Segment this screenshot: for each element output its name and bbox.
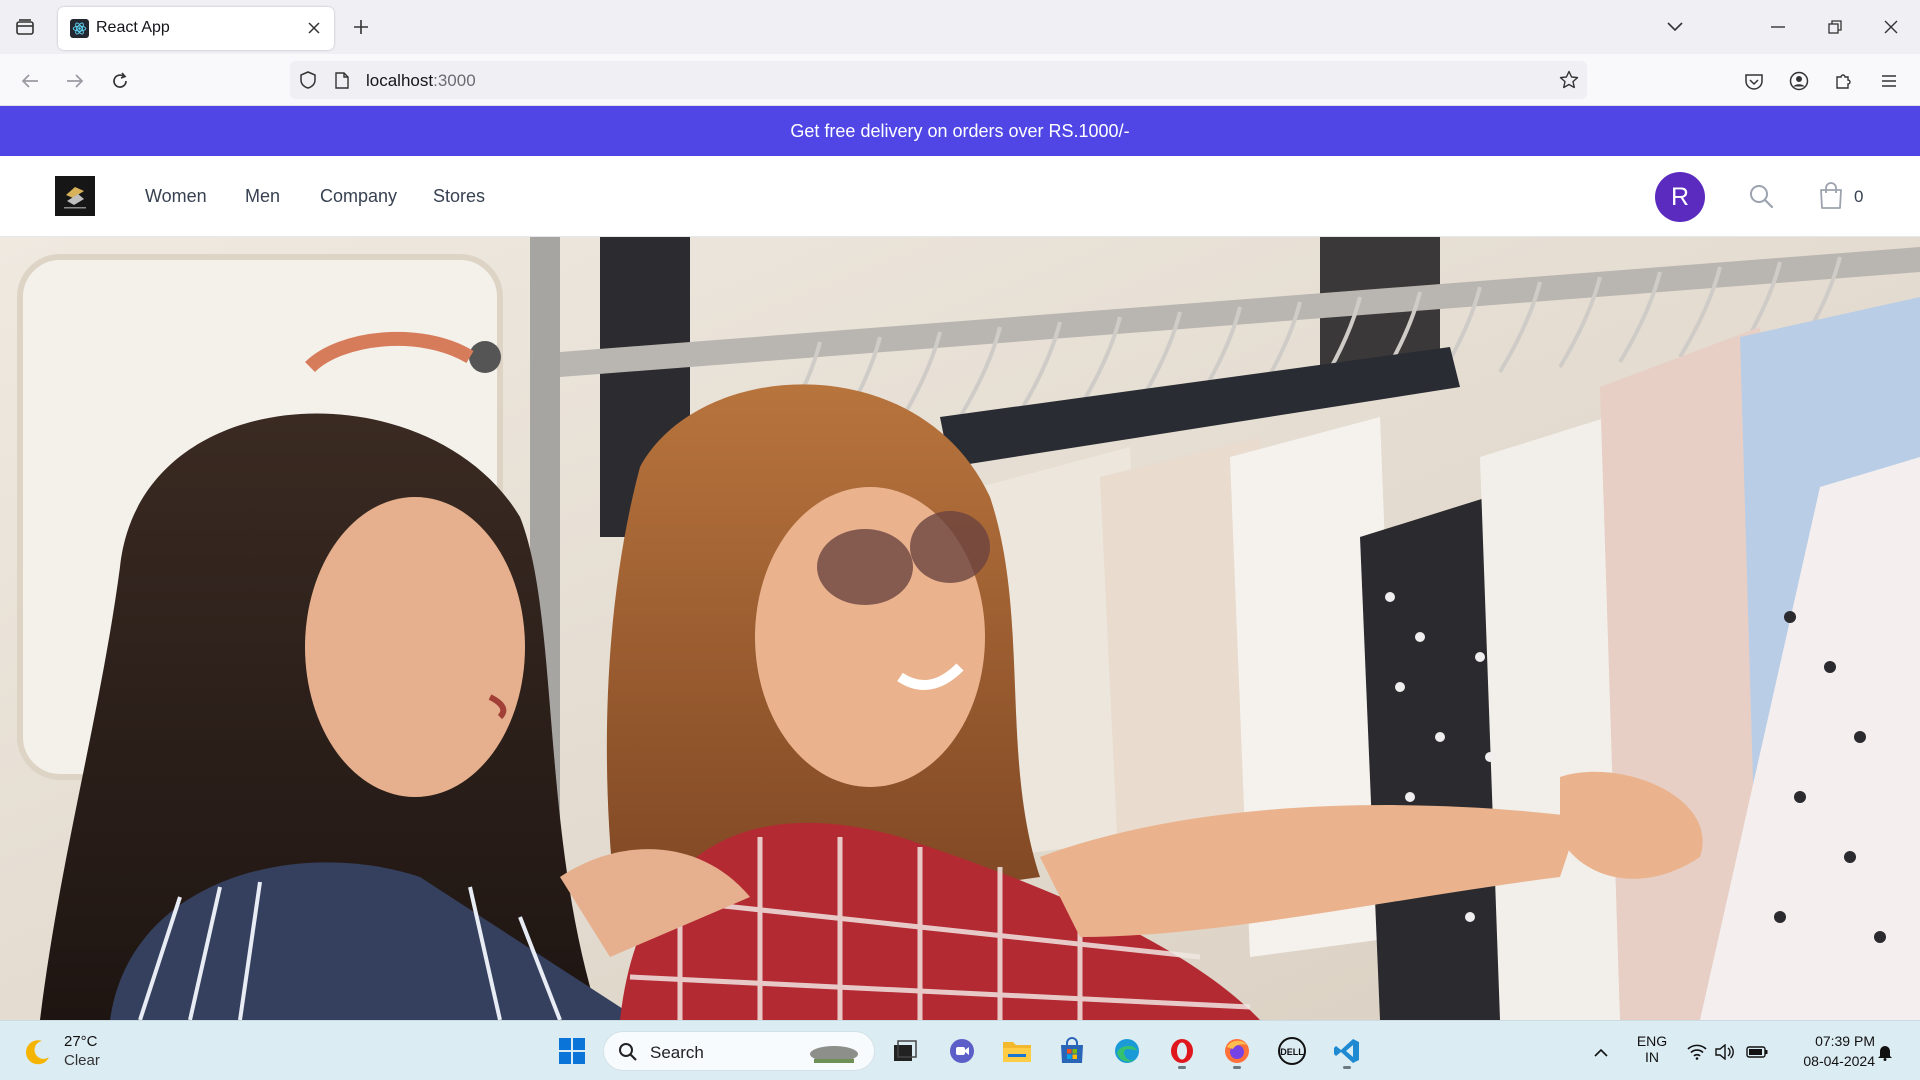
reload-icon[interactable] — [105, 66, 135, 96]
language-code: ENG — [1636, 1033, 1668, 1049]
battery-icon[interactable] — [1746, 1041, 1768, 1063]
address-bar[interactable]: localhost:3000 — [290, 61, 1587, 99]
cart-count: 0 — [1854, 187, 1864, 206]
brand-logo[interactable] — [55, 176, 95, 216]
language-indicator[interactable]: ENG IN — [1632, 1033, 1672, 1065]
svg-text:DELL: DELL — [1280, 1047, 1304, 1057]
account-icon[interactable] — [1784, 66, 1814, 96]
user-avatar[interactable]: R — [1655, 172, 1705, 222]
wifi-icon[interactable] — [1686, 1041, 1708, 1063]
list-all-tabs-icon[interactable] — [12, 14, 38, 40]
opera-icon[interactable] — [1162, 1031, 1202, 1071]
running-indicator — [1178, 1066, 1186, 1069]
moon-icon — [25, 1040, 49, 1065]
minimize-icon[interactable] — [1763, 12, 1793, 42]
bookmark-star-icon[interactable] — [1559, 70, 1579, 90]
tab-title: React App — [96, 19, 170, 36]
new-tab-icon[interactable] — [348, 14, 374, 40]
file-explorer-icon[interactable] — [997, 1031, 1037, 1071]
running-indicator — [1233, 1066, 1241, 1069]
hero-illustration — [0, 237, 1920, 1020]
browser-tab[interactable]: React App — [58, 7, 334, 50]
edge-icon[interactable] — [1107, 1031, 1147, 1071]
tab-overflow-chevron-icon[interactable] — [1660, 12, 1690, 42]
nav-link-stores[interactable]: Stores — [433, 186, 485, 207]
weather-temperature: 27°C — [64, 1033, 98, 1050]
forward-arrow-icon[interactable] — [60, 66, 90, 96]
close-window-icon[interactable] — [1876, 12, 1906, 42]
windows-taskbar: 27°C Clear Search DELL ENG IN 07:39 PM 0… — [0, 1020, 1920, 1080]
weather-widget[interactable]: 27°C Clear — [22, 1031, 132, 1071]
url-text: localhost:3000 — [366, 71, 476, 90]
vscode-icon[interactable] — [1327, 1031, 1367, 1071]
volume-icon[interactable] — [1714, 1041, 1736, 1063]
running-indicator — [1343, 1066, 1351, 1069]
show-hidden-icons-chevron-icon[interactable] — [1590, 1041, 1612, 1063]
back-arrow-icon[interactable] — [15, 66, 45, 96]
search-icon — [619, 1043, 637, 1061]
hero-image — [0, 237, 1920, 1020]
restore-icon[interactable] — [1820, 12, 1850, 42]
firefox-icon[interactable] — [1217, 1031, 1257, 1071]
page-info-icon[interactable] — [332, 70, 352, 90]
promo-banner: Get free delivery on orders over RS.1000… — [0, 106, 1920, 156]
nav-link-women[interactable]: Women — [145, 186, 207, 207]
search-highlight-icon — [810, 1046, 858, 1063]
notification-bell-icon[interactable] — [1874, 1041, 1896, 1063]
promo-text: Get free delivery on orders over RS.1000… — [790, 120, 1130, 141]
meet-icon[interactable] — [942, 1031, 982, 1071]
search-icon[interactable] — [1745, 180, 1777, 212]
system-clock[interactable]: 07:39 PM 08-04-2024 — [1785, 1031, 1875, 1071]
weather-condition: Clear — [64, 1052, 100, 1069]
menu-hamburger-icon[interactable] — [1874, 66, 1904, 96]
task-view-icon[interactable] — [885, 1031, 925, 1071]
taskbar-search[interactable]: Search — [603, 1031, 875, 1071]
extensions-puzzle-icon[interactable] — [1829, 66, 1859, 96]
dell-icon[interactable]: DELL — [1272, 1031, 1312, 1071]
tab-close-icon[interactable] — [304, 18, 324, 38]
react-favicon-icon — [70, 19, 89, 38]
site-header: Women Men Company Stores R 0 — [0, 156, 1920, 237]
nav-link-men[interactable]: Men — [245, 186, 280, 207]
browser-navigation-bar: localhost:3000 — [0, 54, 1920, 106]
clock-time: 07:39 PM — [1815, 1033, 1875, 1049]
nav-link-company[interactable]: Company — [320, 186, 397, 207]
microsoft-store-icon[interactable] — [1052, 1031, 1092, 1071]
clock-date: 08-04-2024 — [1803, 1053, 1875, 1069]
windows-start-icon[interactable] — [552, 1031, 592, 1071]
pocket-icon[interactable] — [1739, 66, 1769, 96]
taskbar-search-label: Search — [650, 1043, 704, 1062]
shopping-bag-icon[interactable] — [1815, 180, 1847, 212]
region-code: IN — [1645, 1049, 1659, 1065]
tracking-shield-icon[interactable] — [298, 70, 318, 90]
browser-tab-bar: React App — [0, 0, 1920, 54]
